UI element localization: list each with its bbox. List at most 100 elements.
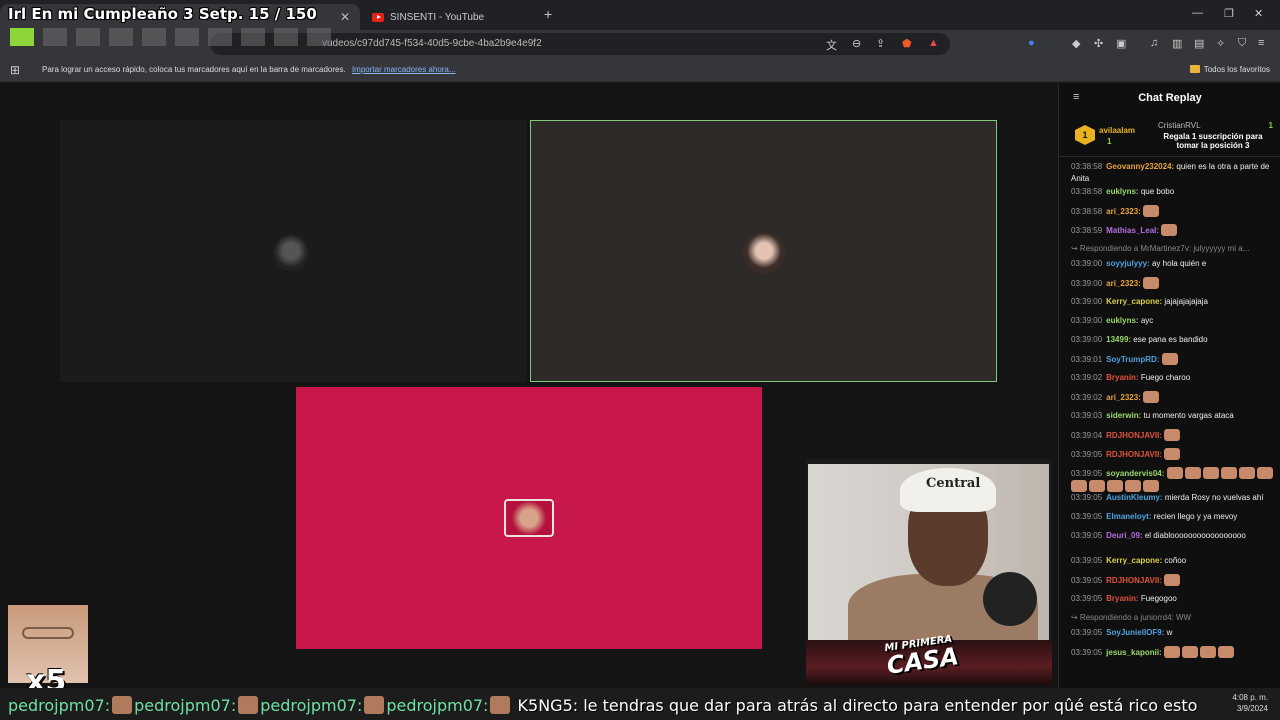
vpn-icon[interactable]: ⛉ [1238,37,1246,50]
chat-message: 03:39:02 ari_2323: [1071,391,1277,404]
tab-youtube-label: SINSENTI - YouTube [390,11,485,23]
chat-message: 03:39:00 euklyns: ayc [1071,315,1277,327]
participant-tile-speaking[interactable] [530,120,997,382]
translate-icon[interactable]: 文 [826,37,837,53]
screenshot-icon[interactable]: ▣ [1116,37,1126,50]
chat-header: ≡ Chat Replay [1059,83,1280,113]
message-username[interactable]: euklyns: [1106,187,1138,196]
pinned-user[interactable]: avilaalam [1099,126,1135,135]
message-timestamp: 03:39:01 [1071,355,1103,364]
new-tab-button[interactable]: + [544,6,552,22]
message-username[interactable]: euklyns: [1106,316,1138,325]
participant-tile[interactable] [296,387,762,649]
extension-blue-icon[interactable]: ● [1028,37,1035,49]
progress-segment [208,28,232,46]
restore-icon[interactable]: ❐ [1224,7,1234,20]
message-username[interactable]: Geovanny232024: [1106,162,1174,171]
rewards-icon[interactable]: ▲ [928,37,939,49]
emote-icon [1164,574,1181,586]
message-username[interactable]: Elmaneloyt: [1106,512,1151,521]
extensions-icon[interactable]: ✣ [1094,37,1103,50]
sidebar-icon[interactable]: ▥ [1172,37,1182,50]
progress-segment [43,28,67,46]
chat-message: 03:39:00 ari_2323: [1071,277,1277,290]
message-timestamp: 03:38:58 [1071,162,1103,171]
message-username[interactable]: RDJHONJAVII: [1106,576,1162,585]
close-tab-icon[interactable]: ✕ [340,10,350,24]
gift-giver[interactable]: CristianRVL [1158,121,1201,130]
chat-message: 03:39:05 RDJHONJAVII: [1071,574,1277,587]
brave-shield-icon[interactable]: ⬟ [902,37,912,50]
message-username[interactable]: SoyTrumpRD: [1106,355,1159,364]
share-icon[interactable]: ⇪ [876,37,885,50]
message-username[interactable]: Kerry_capone: [1106,297,1162,306]
reply-text: ↪ Respondiendo a MrMartinez7v: julyyyyyy… [1071,244,1250,253]
webcam-video: Central [808,464,1049,640]
message-username[interactable]: AustinKleumy: [1106,493,1162,502]
message-timestamp: 03:39:05 [1071,556,1103,565]
message-timestamp: 03:39:05 [1071,531,1103,540]
message-timestamp: 03:39:05 [1071,469,1103,478]
bookmarks-bar: ⊞ Para lograr un acceso rápido, coloca t… [0,58,1280,82]
message-username[interactable]: soyandervis04: [1106,469,1164,478]
tab-youtube[interactable]: SINSENTI - YouTube [362,4,540,30]
emote-icon [1256,467,1273,479]
screen: ✕ SINSENTI - YouTube + — ❐ ✕ vudeos/c97d… [0,0,1280,720]
chat-message: 03:39:00 13499: ese pana es bandido [1071,334,1277,346]
emote-icon [1107,480,1123,492]
emote-icon [1220,467,1237,479]
streamer-webcam: Central MI PRIMERA CASA [806,459,1052,685]
wallet-icon[interactable]: ▤ [1194,37,1204,50]
message-username[interactable]: 13499: [1106,335,1131,344]
participant-avatar [743,232,785,274]
stream-title: Irl En mi Cumpleaño 3 Setp. 15 / 150 [8,5,317,23]
window-close-icon[interactable]: ✕ [1254,7,1263,20]
message-username[interactable]: jesus_kaponii: [1106,648,1162,657]
import-bookmarks-link[interactable]: Importar marcadores ahora... [352,65,456,74]
message-text: recien llego y ya mevoy [1151,512,1238,521]
message-username[interactable]: SoyJuniellOF9: [1106,628,1164,637]
leo-icon[interactable]: ✧ [1216,37,1225,50]
message-username[interactable]: soyyjulyyy: [1106,259,1150,268]
progress-segment [10,28,34,46]
message-username[interactable]: ari_2323: [1106,393,1141,402]
gift-giver-count: 1 [1268,121,1273,130]
participant-tile[interactable] [60,120,527,382]
message-username[interactable]: RDJHONJAVII: [1106,431,1162,440]
progress-segment [76,28,100,46]
minimize-icon[interactable]: — [1192,7,1203,19]
message-username[interactable]: siderwin: [1106,411,1141,420]
emote-icon [1143,391,1160,403]
zoom-icon[interactable]: ⊖ [852,37,861,50]
menu-icon[interactable]: ≡ [1258,37,1264,49]
emote-icon [1164,429,1181,441]
message-username[interactable]: RDJHONJAVII: [1106,450,1162,459]
progress-segment [142,28,166,46]
all-bookmarks-button[interactable]: Todos los favoritos [1189,65,1270,74]
extension-diamond-icon[interactable]: ◆ [1072,37,1080,50]
progress-segment [274,28,298,46]
message-username[interactable]: ari_2323: [1106,279,1141,288]
message-username[interactable]: Bryanin: [1106,594,1138,603]
message-text: ayc [1138,316,1154,325]
apps-grid-icon[interactable]: ⊞ [10,63,20,77]
chat-message: 03:39:05 SoyJuniellOF9: w [1071,627,1277,639]
message-username[interactable]: ari_2323: [1106,207,1141,216]
message-username[interactable]: Bryanin: [1106,373,1138,382]
emote-icon [1163,646,1180,658]
chat-message: 03:39:05 Bryanin: Fuegogoo [1071,593,1277,605]
system-clock[interactable]: 4:08 p. m. 3/9/2024 [1232,692,1268,714]
chat-message: 03:39:02 Bryanin: Fuego charoo [1071,372,1277,384]
chat-title: Chat Replay [1138,92,1202,104]
message-timestamp: 03:39:00 [1071,297,1103,306]
music-icon[interactable]: ♫ [1150,37,1158,49]
reply-context: ↪ Respondiendo a MrMartinez7v: julyyyyyy… [1071,243,1277,255]
cap-text: Central [926,476,981,491]
message-username[interactable]: Mathias_Leal: [1106,226,1159,235]
message-username[interactable]: Kerry_capone: [1106,556,1162,565]
chat-message: 03:39:05 jesus_kaponii: [1071,646,1277,659]
emote-icon [238,696,259,714]
message-username[interactable]: Deuri_09: [1106,531,1142,540]
message-text: jajajajajajaja [1162,297,1208,306]
emote-icon [490,696,511,714]
